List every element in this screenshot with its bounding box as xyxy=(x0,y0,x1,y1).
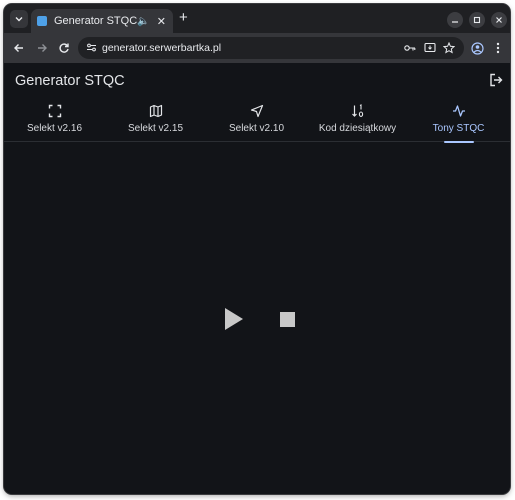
close-icon xyxy=(496,17,502,23)
url-text: generator.serwerbartka.pl xyxy=(102,42,222,54)
browser-window: Generator STQC 🔈 ✕ + generator.serwerbar… xyxy=(4,4,510,494)
address-bar[interactable]: generator.serwerbartka.pl xyxy=(78,37,464,59)
reload-icon xyxy=(59,43,69,53)
page-title: Generator STQC xyxy=(15,73,125,89)
close-window-button[interactable] xyxy=(491,12,507,28)
tab-tony-stqc[interactable]: Tony STQC xyxy=(408,101,509,143)
favicon-icon xyxy=(37,16,47,26)
close-tab-icon[interactable]: ✕ xyxy=(156,15,167,28)
site-settings-icon[interactable] xyxy=(86,42,97,53)
arrow-left-icon xyxy=(14,44,23,52)
tab-kod-dziesiatkowy[interactable]: Kod dziesiątkowy xyxy=(307,101,408,142)
minimize-icon xyxy=(452,21,458,23)
browser-toolbar: generator.serwerbartka.pl xyxy=(4,33,510,63)
navigation-icon xyxy=(250,104,263,118)
tab-search-button[interactable] xyxy=(10,10,28,28)
chevron-down-icon xyxy=(15,17,23,22)
tab-selekt-v2-10[interactable]: Selekt v2.10 xyxy=(206,101,307,142)
map-icon xyxy=(149,104,162,118)
maximize-icon xyxy=(473,16,481,24)
back-button[interactable] xyxy=(12,41,26,55)
browser-tab[interactable]: Generator STQC 🔈 ✕ xyxy=(31,9,173,33)
app-content: Generator STQC Selekt v2.16 Selekt v2.15 xyxy=(4,63,510,494)
profile-button[interactable] xyxy=(470,41,484,55)
stop-button[interactable] xyxy=(280,312,295,327)
tab-label: Selekt v2.16 xyxy=(26,123,83,134)
active-tab-indicator xyxy=(443,141,474,143)
arrow-right-icon xyxy=(38,44,47,52)
tab-navigation: Selekt v2.16 Selekt v2.15 Selekt v2.10 K… xyxy=(4,101,510,143)
key-icon[interactable] xyxy=(404,43,416,53)
new-tab-button[interactable]: + xyxy=(179,10,188,25)
logout-button[interactable] xyxy=(489,73,503,92)
minimize-button[interactable] xyxy=(447,12,463,28)
fullscreen-icon xyxy=(48,104,61,118)
tab-strip: Generator STQC 🔈 ✕ + xyxy=(4,4,510,33)
tab-label: Kod dziesiątkowy xyxy=(318,123,397,134)
tab-label: Selekt v2.10 xyxy=(228,123,285,134)
kebab-menu-icon xyxy=(496,42,500,54)
maximize-button[interactable] xyxy=(469,12,485,28)
account-icon xyxy=(470,41,484,55)
tab-title: Generator STQC xyxy=(54,15,138,27)
speaker-icon[interactable]: 🔈 xyxy=(137,16,149,27)
logout-icon xyxy=(490,73,503,87)
play-button[interactable] xyxy=(224,307,244,331)
tab-label: Tony STQC xyxy=(432,123,485,134)
install-app-icon[interactable] xyxy=(424,42,436,54)
activity-icon xyxy=(452,105,465,117)
bookmark-star-icon[interactable] xyxy=(443,42,455,54)
reload-button[interactable] xyxy=(57,41,71,55)
sort-numeric-icon xyxy=(351,104,363,117)
tab-selekt-v2-15[interactable]: Selekt v2.15 xyxy=(105,101,206,142)
tab-selekt-v2-16[interactable]: Selekt v2.16 xyxy=(4,101,105,142)
menu-button[interactable] xyxy=(491,41,505,55)
forward-button[interactable] xyxy=(35,41,49,55)
tab-label: Selekt v2.15 xyxy=(127,123,184,134)
